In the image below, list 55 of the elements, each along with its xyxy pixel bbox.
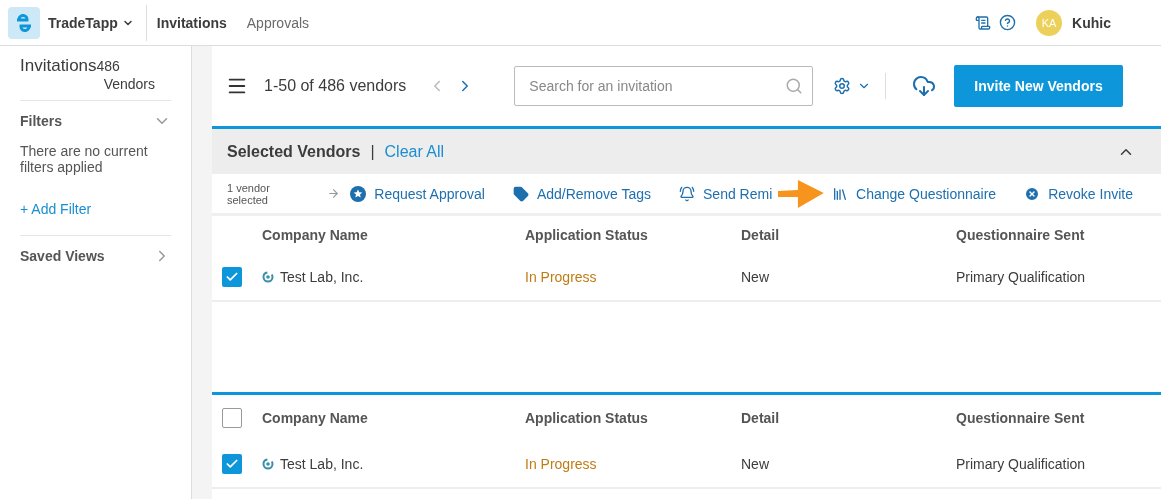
user-name[interactable]: Kuhic [1072,14,1111,31]
action-link[interactable]: Request Approval [350,185,485,202]
check-icon [225,270,239,284]
company-icon [262,271,274,283]
book-icon [832,185,849,202]
search-icon [785,77,804,95]
action-link[interactable]: Add/Remove Tags [512,185,652,202]
column-header[interactable]: Application Status [525,410,741,426]
selection-count: 1 vendor selected [227,181,271,206]
column-header[interactable]: Detail [741,227,956,243]
check-icon [225,457,239,471]
action-link[interactable]: Change Questionnaire [832,185,997,202]
search-field[interactable]: Search for an invitation [514,66,814,106]
filters-heading[interactable]: Filters [20,113,62,129]
vendor-count-label: Vendors [103,76,155,92]
vendor-count: 486 [96,58,120,74]
tag-icon [512,185,529,202]
download-icon[interactable] [912,74,937,98]
empty-filters-text: There are no current filters applied [20,143,149,175]
bell-icon [679,185,696,202]
column-header[interactable]: Application Status [525,227,741,243]
column-header[interactable]: Questionnaire Sent [956,410,1161,426]
table-cell: Test Lab, Inc. [280,269,364,285]
checkbox[interactable] [222,408,242,428]
action-link[interactable]: Send Remi [679,185,773,202]
table-cell-text: Primary Qualification [956,456,1087,472]
table-cell: Test Lab, Inc. [280,456,364,472]
table-cell-text: New [741,456,770,472]
column-header[interactable]: Detail [741,410,956,426]
document-icon[interactable] [975,14,992,31]
logo-icon [8,6,40,39]
column-header[interactable]: Questionnaire Sent [956,227,1161,243]
sidebar-title: Invitations [20,56,97,75]
checkbox[interactable] [222,454,242,474]
separator: | [370,142,375,161]
company-icon [262,458,274,470]
status-text: In Progress [525,456,598,472]
help-icon[interactable] [999,14,1017,31]
column-header[interactable]: Company Name [262,227,525,243]
saved-views-heading[interactable]: Saved Views [20,248,105,264]
app-switcher[interactable]: TradeTapp [40,4,147,41]
column-header[interactable]: Company Name [262,410,525,426]
nav-tab[interactable]: Approvals [236,14,320,31]
nav-tab[interactable]: Invitations [146,14,237,31]
close-icon [1024,185,1041,202]
table-cell-text: New [741,269,770,285]
action-link[interactable]: Revoke Invite [1024,185,1133,202]
checkbox[interactable] [222,267,242,287]
add-filter-link[interactable]: + Add Filter [20,201,171,236]
pagination-text: 1-50 of 486 vendors [264,77,407,95]
arrow-icon [327,187,341,200]
settings-icon[interactable] [833,77,852,95]
status-text: In Progress [525,269,598,285]
panel-title: Selected Vendors [227,142,361,161]
table-cell-text: Primary Qualification [956,269,1087,285]
